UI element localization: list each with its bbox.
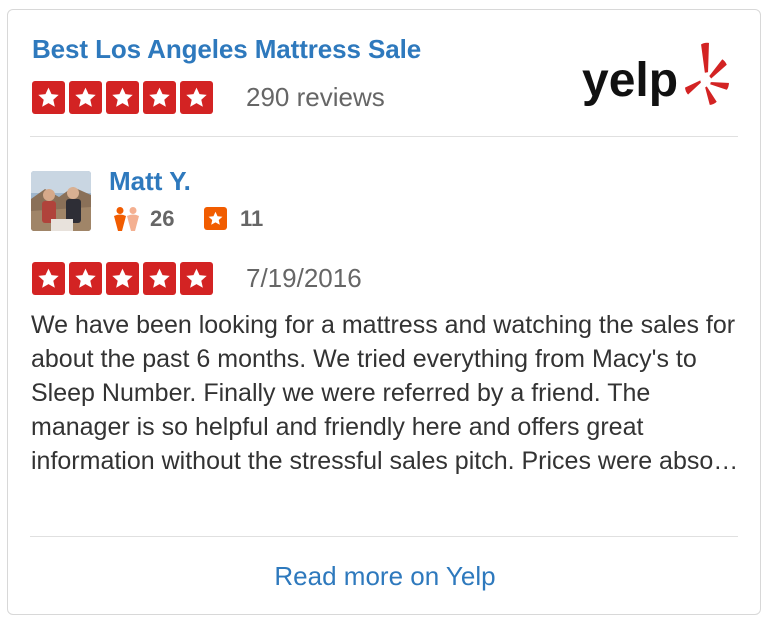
review-count-icon	[204, 207, 227, 230]
star-icon	[143, 262, 176, 295]
yelp-review-card: Best Los Angeles Mattress Sale 290 revie…	[7, 9, 761, 615]
footer-divider	[30, 536, 738, 537]
user-reviews-count: 11	[240, 206, 264, 231]
review-text: We have been looking for a mattress and …	[31, 311, 739, 475]
star-icon	[32, 81, 65, 114]
reviewer-name-link[interactable]: Matt Y.	[109, 166, 191, 197]
business-name-link[interactable]: Best Los Angeles Mattress Sale	[32, 34, 421, 65]
star-icon	[106, 81, 139, 114]
friends-count: 26	[150, 206, 175, 231]
star-icon	[32, 262, 65, 295]
header-divider	[30, 136, 738, 137]
read-more-link[interactable]: Read more on Yelp	[8, 561, 762, 592]
review-date: 7/19/2016	[246, 263, 362, 293]
star-icon	[106, 262, 139, 295]
star-icon	[180, 81, 213, 114]
review-count: 290 reviews	[246, 82, 385, 112]
star-icon	[143, 81, 176, 114]
yelp-burst-icon	[682, 40, 732, 108]
yelp-logo[interactable]: yelp yelp	[578, 36, 738, 114]
yelp-wordmark: yelp	[582, 54, 678, 107]
star-icon	[180, 262, 213, 295]
friends-icon	[112, 206, 142, 232]
avatar[interactable]	[31, 171, 91, 231]
review-star-rating	[32, 262, 213, 295]
star-icon	[69, 262, 102, 295]
business-star-rating	[32, 81, 213, 114]
star-icon	[69, 81, 102, 114]
